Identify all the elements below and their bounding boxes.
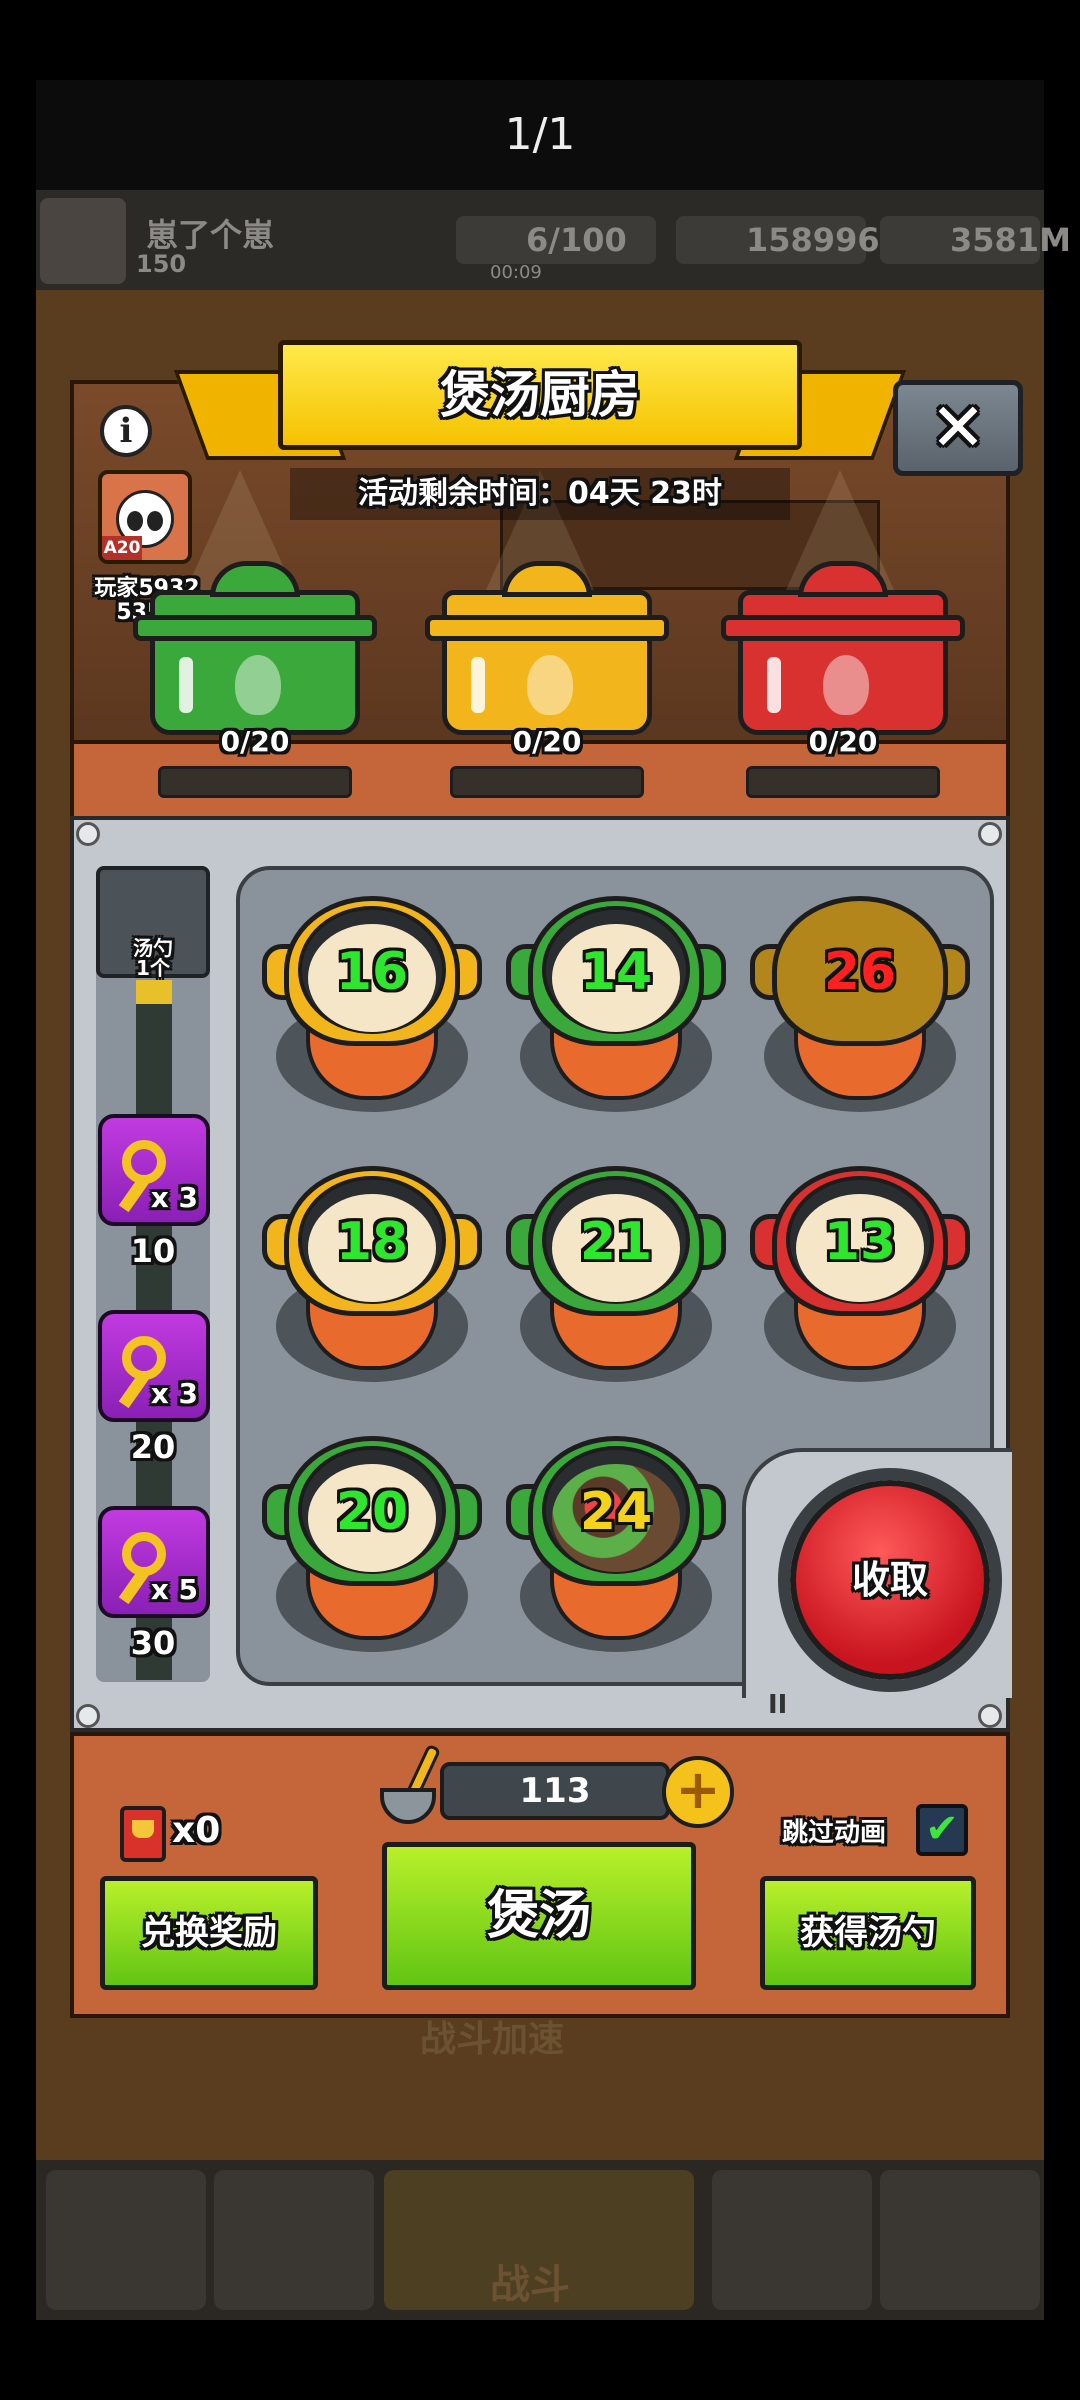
modal-title: 煲汤厨房 [278,340,802,450]
soup-pot[interactable]: 18 [262,1150,482,1390]
close-button[interactable]: ✕ [893,380,1023,476]
gems-counter: 158996 [676,216,880,264]
key-reward-qty: x 5 [150,1573,198,1606]
key-reward-requirement: 10 [130,1232,176,1270]
key-icon [122,1336,166,1380]
collect-button[interactable]: 收取 [790,1480,990,1680]
pot-number: 26 [823,942,897,1002]
cook-soup-button[interactable]: 煲汤 [382,1842,696,1990]
big-pot-progress-bar [746,766,940,798]
bolt-icon [76,1704,100,1728]
nav-hero-icon [214,2170,374,2310]
pot-number: 14 [579,942,653,1002]
key-reward[interactable]: x 3 [98,1114,210,1226]
big-pot-yellow [425,561,669,735]
bolt-icon [978,822,1002,846]
add-ladle-button[interactable]: + [662,1756,734,1828]
event-timer: 活动剩余时间：04天 23时 [290,468,790,520]
big-pot-progress-bar [158,766,352,798]
soup-pot[interactable]: 21 [506,1150,726,1390]
soup-pot[interactable]: 20 [262,1420,482,1660]
flame-icon [527,655,573,715]
key-icon [122,1140,166,1184]
ladle-track-label: 汤勺 1个 [133,936,173,980]
ladle-progress-fill [136,980,172,1004]
pot-number: 13 [823,1212,897,1272]
skip-animation-label: 跳过动画 [782,1818,887,1848]
flame-icon [235,655,281,715]
big-pot-count: 0/20 [808,725,878,758]
background-player-level: 150 [136,250,187,278]
flame-icon [823,655,869,715]
big-pot-red [721,561,965,735]
pot-number: 18 [335,1212,409,1272]
energy-counter: 6/100 [456,216,656,264]
recipe-book-count: x0 [172,1810,221,1851]
soup-pot[interactable]: 26 [750,880,970,1120]
nav-event-icon [712,2170,872,2310]
key-reward[interactable]: x 5 [98,1506,210,1618]
soup-pot[interactable]: 14 [506,880,726,1120]
pot-number: 24 [579,1482,653,1542]
key-reward[interactable]: x 3 [98,1310,210,1422]
redeem-rewards-button[interactable]: 兑换奖励 [100,1876,318,1990]
nav-ticket-icon [880,2170,1040,2310]
background-hud: 崽了个崽 150 6/100 00:09 158996 3581M [36,190,1071,290]
pot-number: 20 [335,1482,409,1542]
key-reward-qty: x 3 [150,1377,198,1410]
avatar [40,198,126,284]
key-reward-requirement: 30 [130,1624,176,1662]
big-pot-progress-bar [450,766,644,798]
big-pot-count: 0/20 [220,725,290,758]
title-banner: 煲汤厨房 [173,340,907,460]
pause-icon[interactable]: II [768,1690,787,1720]
big-pot-green [133,561,377,735]
pot-number: 16 [335,942,409,1002]
big-pot-count: 0/20 [512,725,582,758]
coins-counter: 3581M [880,216,1071,264]
skip-animation-checkbox[interactable]: ✔ [916,1804,968,1856]
recipe-book-icon [120,1806,166,1862]
get-ladle-button[interactable]: 获得汤勺 [760,1876,976,1990]
soup-pot[interactable]: 16 [262,880,482,1120]
avatar-level-badge: A20 [102,536,142,560]
nav-shop-icon [46,2170,206,2310]
soup-pot[interactable]: 24 [506,1420,726,1660]
key-reward-requirement: 20 [130,1428,176,1466]
pot-number: 21 [579,1212,653,1272]
key-reward-qty: x 3 [150,1181,198,1214]
player-avatar[interactable]: A20 [98,470,192,564]
background-battle-label: 战斗 [490,2262,570,2308]
bolt-icon [76,822,100,846]
ladle-count: 113 [440,1762,670,1820]
soup-pot[interactable]: 13 [750,1150,970,1390]
key-icon [122,1532,166,1576]
energy-timer: 00:09 [490,262,542,283]
info-icon[interactable]: i [100,405,152,457]
bolt-icon [978,1704,1002,1728]
page-indicator: 1/1 [36,80,1044,190]
